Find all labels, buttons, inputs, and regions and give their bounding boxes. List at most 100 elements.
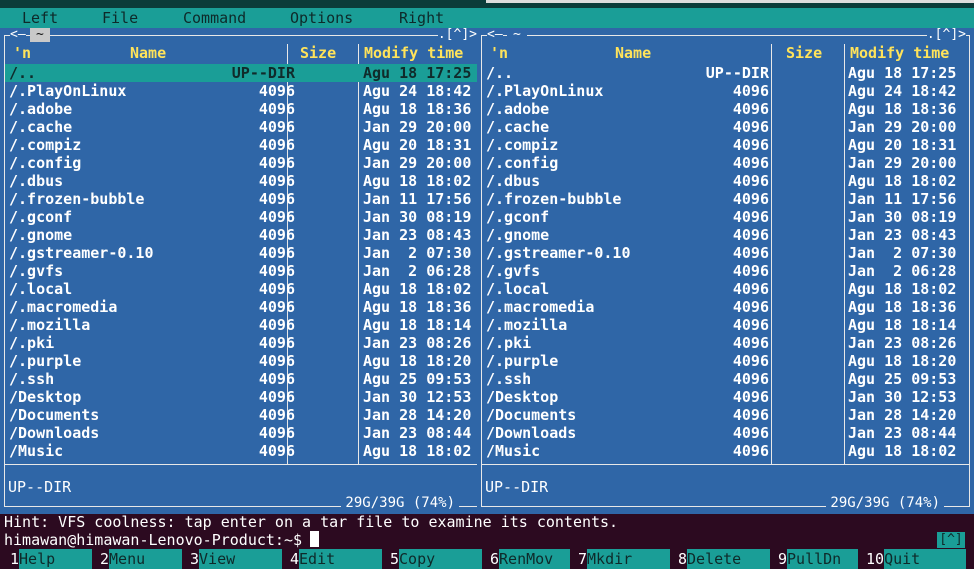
file-row[interactable]: /.pki 4096 Jan 23 08:26 bbox=[5, 334, 480, 352]
file-row[interactable]: /.gstreamer-0.10 4096 Jan 2 07:30 bbox=[482, 244, 969, 262]
file-row[interactable]: /.ssh 4096 Agu 25 09:53 bbox=[482, 370, 969, 388]
file-row[interactable]: /.gnome 4096 Jan 23 08:43 bbox=[5, 226, 480, 244]
file-row[interactable]: /.macromedia 4096 Agu 18 18:36 bbox=[5, 298, 480, 316]
file-row[interactable]: /.pki 4096 Jan 23 08:26 bbox=[482, 334, 969, 352]
fkey-view-button[interactable]: 3View bbox=[190, 549, 283, 569]
fkey-quit-button[interactable]: 10Quit bbox=[866, 549, 967, 569]
fkey-delete-button[interactable]: 8Delete bbox=[678, 549, 771, 569]
file-row[interactable]: /Documents 4096 Jan 28 14:20 bbox=[5, 406, 480, 424]
panel-path[interactable]: ~ bbox=[507, 28, 527, 42]
file-name: /.dbus bbox=[9, 172, 64, 190]
file-row[interactable]: /.local 4096 Agu 18 18:02 bbox=[482, 280, 969, 298]
file-row[interactable]: /.purple 4096 Agu 18 18:20 bbox=[5, 352, 480, 370]
file-row[interactable]: /.PlayOnLinux 4096 Agu 24 18:42 bbox=[482, 82, 969, 100]
fkey-number: 3 bbox=[190, 550, 200, 568]
file-modify-time: Jan 29 20:00 bbox=[363, 118, 472, 136]
file-modify-time: Agu 18 18:02 bbox=[363, 172, 472, 190]
fkey-renmov-button[interactable]: 6RenMov bbox=[490, 549, 571, 569]
panel-separator bbox=[481, 464, 970, 465]
file-row[interactable]: /.compiz 4096 Agu 20 18:31 bbox=[5, 136, 480, 154]
file-size: 4096 bbox=[258, 406, 295, 424]
column-header-size[interactable]: Size bbox=[786, 44, 822, 62]
file-row[interactable]: /.local 4096 Agu 18 18:02 bbox=[5, 280, 480, 298]
file-row[interactable]: /.config 4096 Jan 29 20:00 bbox=[5, 154, 480, 172]
panel-history-left-icon[interactable]: <— bbox=[487, 28, 503, 42]
panel-history-left-icon[interactable]: <— bbox=[10, 28, 26, 42]
command-line[interactable]: himawan@himawan-Lenovo-Product:~$ bbox=[4, 531, 320, 549]
file-modify-time: Jan 2 06:28 bbox=[848, 262, 957, 280]
file-modify-time: Agu 18 18:14 bbox=[848, 316, 957, 334]
column-header-name[interactable]: Name bbox=[130, 44, 166, 62]
file-name: /.compiz bbox=[9, 136, 82, 154]
file-row[interactable]: /Downloads 4096 Jan 23 08:44 bbox=[482, 424, 969, 442]
file-row[interactable]: /.gnome 4096 Jan 23 08:43 bbox=[482, 226, 969, 244]
file-row[interactable]: /.compiz 4096 Agu 20 18:31 bbox=[482, 136, 969, 154]
file-row[interactable]: /.gvfs 4096 Jan 2 06:28 bbox=[5, 262, 480, 280]
menu-right[interactable]: Right bbox=[399, 9, 444, 27]
panel-hotlist-icon[interactable]: .[^]> bbox=[926, 28, 966, 42]
file-row[interactable]: /.gconf 4096 Jan 30 08:19 bbox=[482, 208, 969, 226]
file-row[interactable]: /.. UP--DIR Agu 18 17:25 bbox=[482, 64, 969, 82]
fkey-label: Help bbox=[19, 549, 93, 569]
fkey-mkdir-button[interactable]: 7Mkdir bbox=[578, 549, 671, 569]
fkey-pulldn-button[interactable]: 9PullDn bbox=[778, 549, 859, 569]
fkey-copy-button[interactable]: 5Copy bbox=[390, 549, 483, 569]
file-row[interactable]: /.ssh 4096 Agu 25 09:53 bbox=[5, 370, 480, 388]
file-row[interactable]: /.mozilla 4096 Agu 18 18:14 bbox=[5, 316, 480, 334]
fkey-menu-button[interactable]: 2Menu bbox=[100, 549, 183, 569]
sort-indicator[interactable]: 'n bbox=[13, 44, 31, 62]
file-size: 4096 bbox=[732, 190, 769, 208]
fkey-help-button[interactable]: 1Help bbox=[10, 549, 93, 569]
file-row[interactable]: /Desktop 4096 Jan 30 12:53 bbox=[5, 388, 480, 406]
menu-file[interactable]: File bbox=[102, 9, 138, 27]
column-header-size[interactable]: Size bbox=[300, 44, 336, 62]
file-row[interactable]: /.macromedia 4096 Agu 18 18:36 bbox=[482, 298, 969, 316]
menu-left[interactable]: Left bbox=[22, 9, 58, 27]
file-row[interactable]: /.frozen-bubble 4096 Jan 11 17:56 bbox=[5, 190, 480, 208]
file-modify-time: Jan 2 07:30 bbox=[848, 244, 957, 262]
file-row[interactable]: /Downloads 4096 Jan 23 08:44 bbox=[5, 424, 480, 442]
file-name: /.pki bbox=[9, 334, 55, 352]
fkey-edit-button[interactable]: 4Edit bbox=[290, 549, 383, 569]
file-row[interactable]: /.adobe 4096 Agu 18 18:36 bbox=[5, 100, 480, 118]
file-row[interactable]: /.gconf 4096 Jan 30 08:19 bbox=[5, 208, 480, 226]
file-modify-time: Agu 18 18:36 bbox=[363, 298, 472, 316]
column-header-time[interactable]: Modify time bbox=[850, 44, 949, 62]
file-row[interactable]: /.frozen-bubble 4096 Jan 11 17:56 bbox=[482, 190, 969, 208]
file-row[interactable]: /.gvfs 4096 Jan 2 06:28 bbox=[482, 262, 969, 280]
file-row[interactable]: /Desktop 4096 Jan 30 12:53 bbox=[482, 388, 969, 406]
window-edge bbox=[486, 0, 974, 3]
fkey-label: Delete bbox=[687, 549, 771, 569]
file-row[interactable]: /.dbus 4096 Agu 18 18:02 bbox=[482, 172, 969, 190]
file-row[interactable]: /.cache 4096 Jan 29 20:00 bbox=[482, 118, 969, 136]
file-row[interactable]: /.purple 4096 Agu 18 18:20 bbox=[482, 352, 969, 370]
sort-indicator[interactable]: 'n bbox=[490, 44, 508, 62]
file-row[interactable]: /Documents 4096 Jan 28 14:20 bbox=[482, 406, 969, 424]
column-header-time[interactable]: Modify time bbox=[364, 44, 463, 62]
shell-prompt: himawan@himawan-Lenovo-Product:~$ bbox=[4, 531, 303, 549]
file-row[interactable]: /.config 4096 Jan 29 20:00 bbox=[482, 154, 969, 172]
file-name: /.dbus bbox=[486, 172, 541, 190]
file-modify-time: Jan 11 17:56 bbox=[848, 190, 957, 208]
file-row[interactable]: /.gstreamer-0.10 4096 Jan 2 07:30 bbox=[5, 244, 480, 262]
file-modify-time: Jan 2 06:28 bbox=[363, 262, 472, 280]
file-row[interactable]: /.mozilla 4096 Agu 18 18:14 bbox=[482, 316, 969, 334]
file-row[interactable]: /Music 4096 Agu 18 18:02 bbox=[5, 442, 480, 460]
file-row[interactable]: /.. UP--DIR Agu 18 17:25 bbox=[5, 64, 480, 82]
panel-path[interactable]: ~ bbox=[30, 28, 50, 42]
file-name: /Desktop bbox=[9, 388, 82, 406]
command-history-button[interactable]: [^] bbox=[937, 532, 965, 548]
file-row[interactable]: /.PlayOnLinux 4096 Agu 24 18:42 bbox=[5, 82, 480, 100]
file-row[interactable]: /.adobe 4096 Agu 18 18:36 bbox=[482, 100, 969, 118]
column-header-name[interactable]: Name bbox=[615, 44, 651, 62]
panel-hotlist-icon[interactable]: .[^]> bbox=[437, 28, 477, 42]
file-row[interactable]: /Music 4096 Agu 18 18:02 bbox=[482, 442, 969, 460]
file-name: /.config bbox=[9, 154, 82, 172]
file-row[interactable]: /.cache 4096 Jan 29 20:00 bbox=[5, 118, 480, 136]
menu-options[interactable]: Options bbox=[290, 9, 353, 27]
file-modify-time: Agu 18 17:25 bbox=[848, 64, 957, 82]
file-row[interactable]: /.dbus 4096 Agu 18 18:02 bbox=[5, 172, 480, 190]
menu-command[interactable]: Command bbox=[183, 9, 246, 27]
file-modify-time: Jan 23 08:26 bbox=[363, 334, 472, 352]
file-name: /.PlayOnLinux bbox=[9, 82, 127, 100]
